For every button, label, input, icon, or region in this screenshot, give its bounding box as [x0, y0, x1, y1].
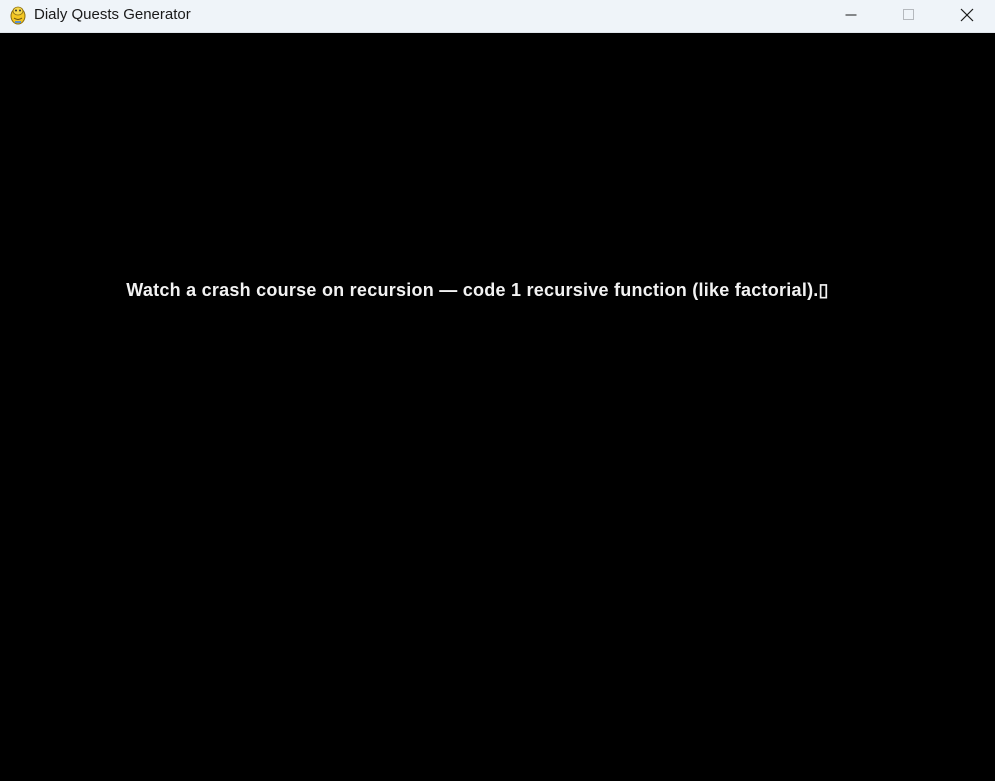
pygame-snake-icon — [10, 6, 26, 25]
window-title: Dialy Quests Generator — [34, 6, 191, 23]
maximize-icon — [903, 9, 914, 20]
game-canvas[interactable]: Watch a crash course on recursion — code… — [0, 33, 995, 781]
close-button[interactable] — [938, 0, 995, 30]
quest-text: Watch a crash course on recursion — code… — [126, 280, 829, 300]
minimize-button[interactable] — [822, 0, 880, 30]
title-bar[interactable]: Dialy Quests Generator — [0, 0, 995, 33]
app-window: Dialy Quests Generator Watch a crash cou… — [0, 0, 995, 781]
minimize-icon — [845, 14, 857, 16]
close-icon — [960, 8, 974, 22]
maximize-button[interactable] — [880, 0, 938, 30]
